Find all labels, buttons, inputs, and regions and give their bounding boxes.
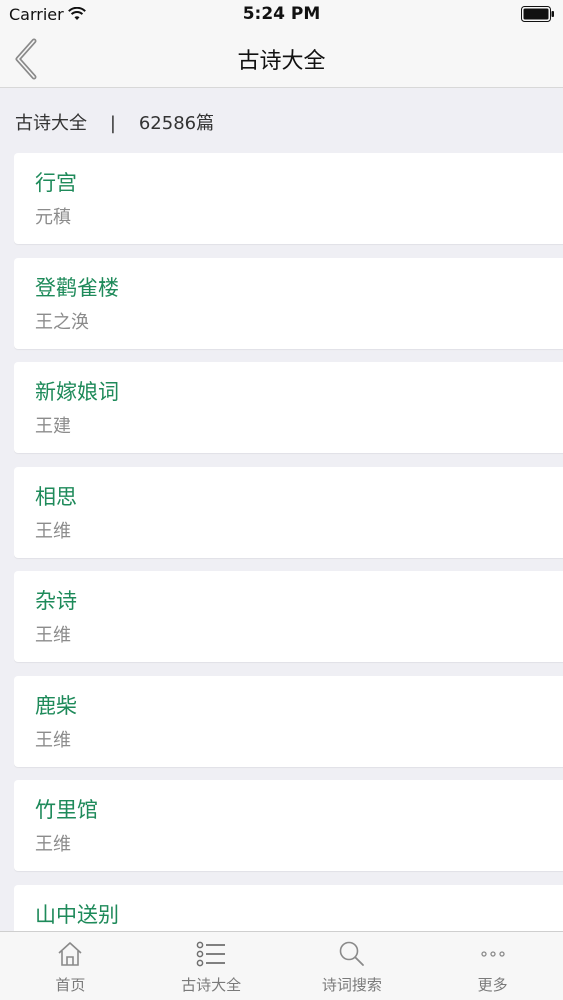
poem-card[interactable]: 登鹳雀楼 王之涣 (14, 257, 563, 349)
poem-author: 王之涣 (35, 311, 89, 333)
poem-title: 登鹳雀楼 (35, 275, 119, 300)
navigation-bar: 古诗大全 (0, 30, 563, 88)
poem-author: 元稹 (35, 207, 71, 228)
poem-title: 新嫁娘词 (35, 380, 119, 404)
poem-card[interactable]: 竹里馆 王维 (14, 780, 563, 871)
poem-title: 杂诗 (35, 589, 77, 613)
tab-poems-label: 古诗大全 (181, 976, 242, 994)
list-icon (196, 940, 226, 972)
tab-home[interactable]: 首页 (0, 932, 141, 1000)
tab-more-label: 更多 (477, 976, 508, 994)
poem-author: 王维 (35, 520, 71, 542)
poem-author: 王维 (35, 729, 71, 751)
poem-author: 王维 (35, 625, 71, 646)
home-icon (56, 940, 84, 972)
status-time: 5:24 PM (242, 4, 321, 24)
summary-label: 古诗大全 (15, 113, 87, 134)
poem-card[interactable]: 新嫁娘词 王建 (14, 362, 563, 453)
summary-separator: | (109, 113, 116, 134)
poem-author: 王维 (35, 834, 71, 855)
status-bar: Carrier 5:24 PM (0, 0, 563, 30)
poem-title: 鹿柴 (35, 693, 77, 718)
search-icon (338, 940, 366, 972)
poem-count: 62586篇 (138, 113, 215, 134)
tab-poems[interactable]: 古诗大全 (141, 932, 282, 1000)
tab-search[interactable]: 诗词搜索 (282, 932, 423, 1000)
tab-bar: 首页 古诗大全 诗词搜索 更多 (0, 931, 563, 1000)
poem-title: 相思 (35, 484, 77, 509)
battery-icon (521, 6, 555, 26)
poem-card[interactable]: 鹿柴 王维 (14, 675, 563, 767)
poem-title: 山中送别 (35, 902, 119, 927)
poem-author: 王建 (35, 416, 71, 437)
collection-summary: 古诗大全 | 62586篇 (15, 109, 214, 135)
poem-card[interactable]: 相思 王维 (14, 466, 563, 558)
poem-card[interactable]: 杂诗 王维 (14, 571, 563, 662)
more-icon (479, 940, 507, 972)
poem-title: 竹里馆 (35, 798, 98, 822)
tab-home-label: 首页 (55, 976, 86, 994)
tab-more[interactable]: 更多 (422, 932, 563, 1000)
poem-list[interactable]: 行宫 元稹 登鹳雀楼 王之涣 新嫁娘词 王建 相思 王维 杂诗 王维 鹿柴 王维… (14, 153, 563, 931)
tab-search-label: 诗词搜索 (321, 976, 382, 994)
poem-card[interactable]: 山中送别 (14, 884, 563, 931)
page-title: 古诗大全 (237, 49, 326, 74)
poem-card[interactable]: 行宫 元稹 (14, 153, 563, 244)
poem-title: 行宫 (35, 171, 77, 195)
